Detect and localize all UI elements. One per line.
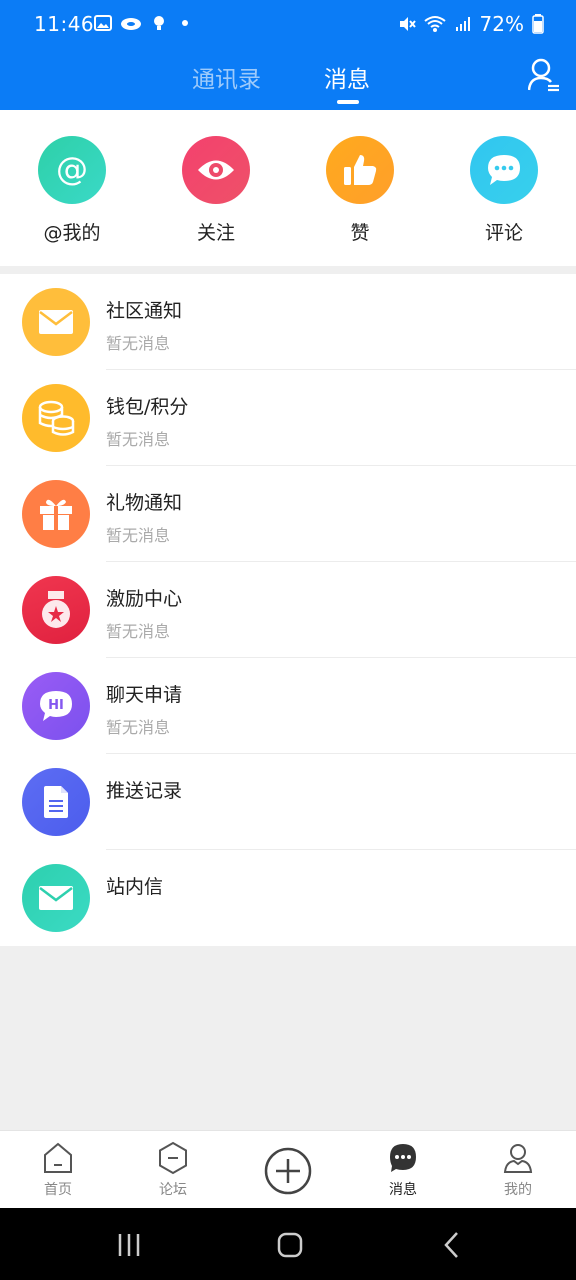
status-notification-icons <box>94 14 194 32</box>
quick-action-like[interactable]: 赞 <box>300 136 420 245</box>
list-item-title: 站内信 <box>106 876 164 898</box>
list-item-subtitle: 暂无消息 <box>106 334 171 353</box>
profile-icon <box>503 1144 533 1173</box>
quick-actions: @ @我的 关注 赞 评论 <box>0 110 576 266</box>
nav-messages[interactable]: 消息 <box>363 1141 443 1199</box>
home-icon <box>44 1142 72 1173</box>
list-item-chat-request[interactable]: HI 聊天申请 暂无消息 <box>0 658 576 754</box>
list-item-site-mail[interactable]: 站内信 <box>0 850 576 946</box>
status-system-icons: 72% <box>398 12 544 36</box>
signal-icon <box>455 17 470 31</box>
quick-action-label: 赞 <box>350 222 370 244</box>
mail-icon <box>22 864 90 932</box>
list-item-subtitle: 暂无消息 <box>106 718 171 737</box>
battery-icon <box>532 14 544 34</box>
nav-label: 论坛 <box>159 1182 187 1198</box>
battery-percent: 72% <box>479 12 524 36</box>
status-time: 11:46 <box>34 12 95 36</box>
back-icon[interactable] <box>437 1230 467 1260</box>
recent-apps-icon[interactable] <box>114 1230 144 1260</box>
list-item-title: 聊天申请 <box>106 684 183 706</box>
nav-label: 消息 <box>389 1182 417 1198</box>
svg-text:@: @ <box>56 151 88 188</box>
tab-messages[interactable]: 消息 <box>324 60 370 94</box>
list-item-community-notice[interactable]: 社区通知 暂无消息 <box>0 274 576 370</box>
status-bar: 11:46 72% <box>0 0 576 48</box>
gift-icon <box>22 480 90 548</box>
list-item-wallet-points[interactable]: 钱包/积分 暂无消息 <box>0 370 576 466</box>
bottom-navigation: 首页 论坛 消息 我的 <box>0 1130 576 1208</box>
quick-action-comment[interactable]: 评论 <box>444 136 564 245</box>
document-icon <box>22 768 90 836</box>
nav-label: 首页 <box>44 1182 72 1198</box>
list-item-gift-notice[interactable]: 礼物通知 暂无消息 <box>0 466 576 562</box>
svg-text:HI: HI <box>48 698 64 713</box>
nav-forum[interactable]: 论坛 <box>133 1141 213 1199</box>
list-item-incentive-center[interactable]: 激励中心 暂无消息 <box>0 562 576 658</box>
tab-contacts[interactable]: 通讯录 <box>192 60 261 94</box>
medal-icon <box>22 576 90 644</box>
mute-icon <box>399 17 416 31</box>
list-item-subtitle: 暂无消息 <box>106 622 171 641</box>
eye-icon <box>182 136 250 204</box>
system-navigation-bar <box>0 1208 576 1280</box>
gallery-icon <box>94 15 112 31</box>
thumbs-up-icon <box>326 136 394 204</box>
home-button-icon[interactable] <box>275 1230 305 1260</box>
message-category-list: 社区通知 暂无消息 钱包/积分 暂无消息 礼物通知 暂无消息 激励中心 暂无消息… <box>0 274 576 946</box>
chat-bubble-icon <box>470 136 538 204</box>
add-icon[interactable] <box>264 1147 312 1195</box>
at-icon: @ <box>38 136 106 204</box>
list-item-subtitle: 暂无消息 <box>106 430 171 449</box>
envelope-icon <box>22 288 90 356</box>
list-item-title: 推送记录 <box>106 780 183 802</box>
coins-icon <box>22 384 90 452</box>
active-tab-indicator <box>337 100 359 104</box>
hi-chat-icon: HI <box>22 672 90 740</box>
forum-icon <box>159 1141 187 1175</box>
list-item-title: 礼物通知 <box>106 492 183 514</box>
dot-icon <box>182 20 188 26</box>
quick-action-label: 评论 <box>484 222 523 244</box>
nav-home[interactable]: 首页 <box>18 1141 98 1199</box>
quick-action-follow[interactable]: 关注 <box>156 136 276 245</box>
nav-label: 我的 <box>504 1182 532 1198</box>
wifi-icon <box>423 16 446 32</box>
list-item-subtitle: 暂无消息 <box>106 526 171 545</box>
quick-action-label: @我的 <box>43 222 101 244</box>
list-item-title: 激励中心 <box>106 588 183 610</box>
quick-action-at-me[interactable]: @ @我的 <box>12 136 132 245</box>
header: 通讯录 消息 <box>0 48 576 110</box>
user-list-icon[interactable] <box>528 58 560 92</box>
list-item-title: 钱包/积分 <box>106 396 189 418</box>
cloud-icon <box>121 18 141 30</box>
nav-profile[interactable]: 我的 <box>478 1141 558 1199</box>
message-icon <box>390 1144 416 1172</box>
list-item-title: 社区通知 <box>106 300 183 322</box>
quick-action-label: 关注 <box>196 222 235 244</box>
list-item-push-records[interactable]: 推送记录 <box>0 754 576 850</box>
bulb-icon <box>154 16 164 30</box>
